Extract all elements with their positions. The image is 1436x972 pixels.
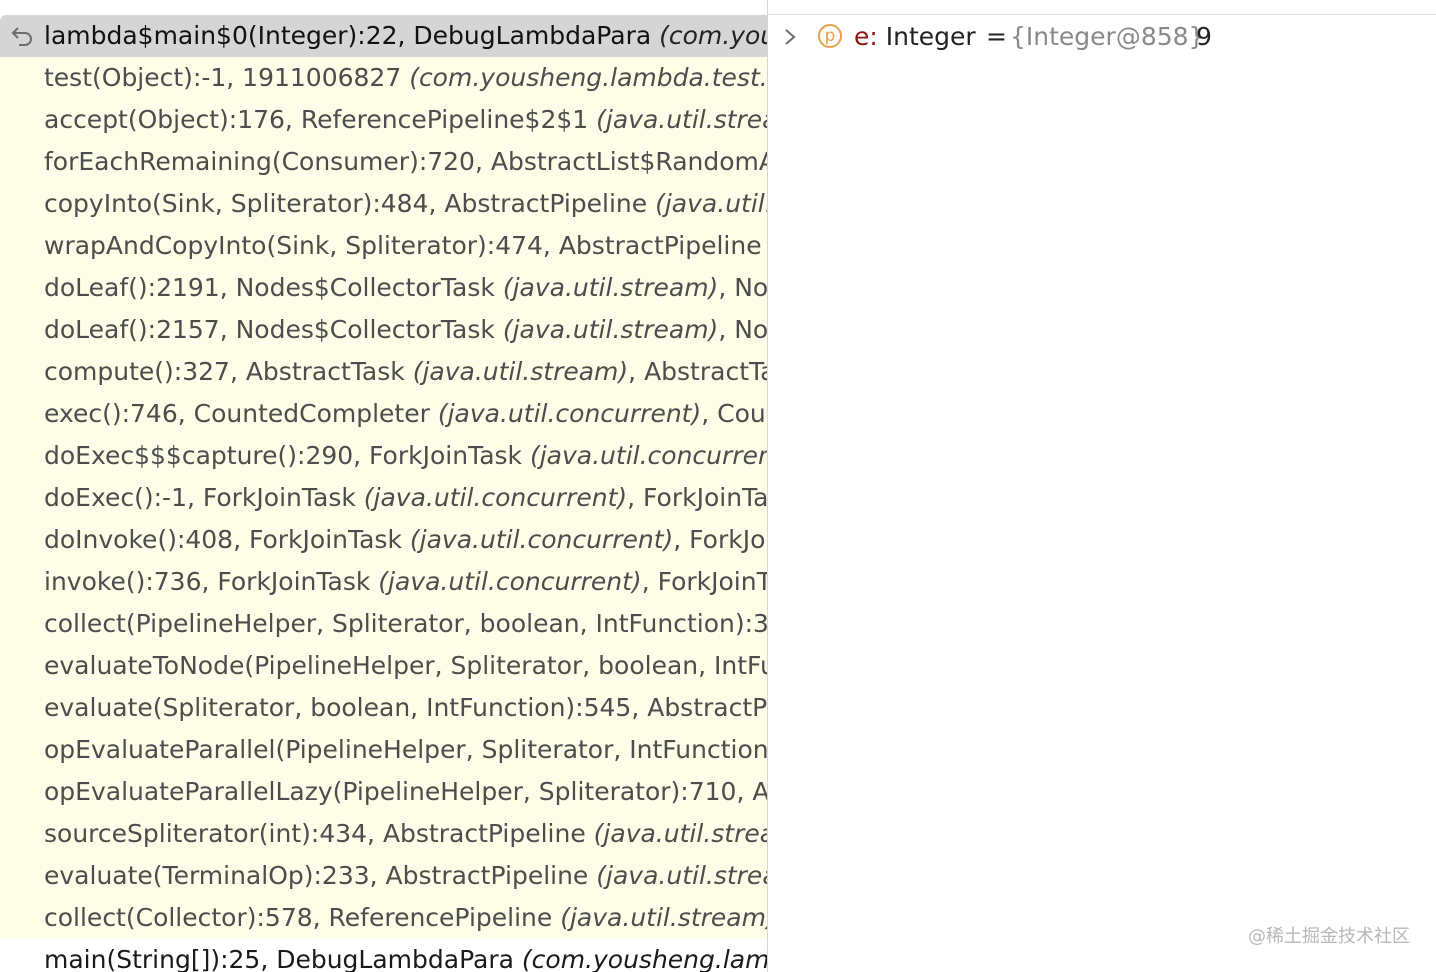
- frames-top-strip: [0, 0, 767, 14]
- frame-package: (java.util.strean: [596, 105, 767, 134]
- frame-method: doLeaf():2191, Nodes$CollectorTask: [44, 273, 503, 302]
- frame-row[interactable]: exec():746, CountedCompleter (java.util.…: [0, 393, 767, 435]
- variable-value: 9: [1196, 22, 1212, 51]
- frame-row[interactable]: sourceSpliterator(int):434, AbstractPipe…: [0, 813, 767, 855]
- frame-package: (java.util.concurrent): [363, 483, 628, 512]
- frame-package: (java.util.stream): [412, 357, 629, 386]
- frame-method: collect(PipelineHelper, Spliterator, boo…: [44, 609, 767, 638]
- frame-rest: , Noc: [718, 315, 767, 344]
- variable-equals: =: [986, 22, 1007, 51]
- frame-package: (java.util.stream): [502, 315, 719, 344]
- frame-method: accept(Object):176, ReferencePipeline$2$…: [44, 105, 597, 134]
- frame-rest: , ForkJoinTa: [627, 483, 767, 512]
- frame-row[interactable]: doLeaf():2157, Nodes$CollectorTask (java…: [0, 309, 767, 351]
- frame-method: evaluate(TerminalOp):233, AbstractPipeli…: [44, 861, 597, 890]
- frame-method: forEachRemaining(Consumer):720, Abstract…: [44, 147, 767, 176]
- variable-row[interactable]: p e: Integer = {Integer@858} 9: [768, 16, 1436, 58]
- frame-row[interactable]: invoke():736, ForkJoinTask (java.util.co…: [0, 561, 767, 603]
- frame-row[interactable]: accept(Object):176, ReferencePipeline$2$…: [0, 99, 767, 141]
- frame-method: doInvoke():408, ForkJoinTask: [44, 525, 410, 554]
- frame-method: evaluateToNode(PipelineHelper, Spliterat…: [44, 651, 767, 680]
- frame-row[interactable]: compute():327, AbstractTask (java.util.s…: [0, 351, 767, 393]
- frame-row[interactable]: doLeaf():2191, Nodes$CollectorTask (java…: [0, 267, 767, 309]
- frame-package: (java.util.strean: [593, 819, 767, 848]
- frame-row[interactable]: evaluateToNode(PipelineHelper, Spliterat…: [0, 645, 767, 687]
- frame-method: main(String[]):25, DebugLambdaPara: [44, 945, 522, 972]
- frame-method: evaluate(Spliterator, boolean, IntFuncti…: [44, 693, 767, 722]
- frame-row[interactable]: evaluate(Spliterator, boolean, IntFuncti…: [0, 687, 767, 729]
- frame-package: (java.util.concurrent): [409, 525, 674, 554]
- frame-method: wrapAndCopyInto(Sink, Spliterator):474, …: [44, 231, 767, 260]
- parameter-icon: p: [818, 24, 842, 48]
- watermark: @稀土掘金技术社区: [1248, 926, 1410, 947]
- variable-type: Integer: [877, 22, 976, 51]
- frame-package: (java.util.concurren: [529, 441, 767, 470]
- frame-method: compute():327, AbstractTask: [44, 357, 413, 386]
- frame-rest: , ForkJo: [673, 525, 766, 554]
- frame-row[interactable]: collect(PipelineHelper, Spliterator, boo…: [0, 603, 767, 645]
- frame-row[interactable]: opEvaluateParallel(PipelineHelper, Split…: [0, 729, 767, 771]
- frame-package: (java.util.concurrent): [437, 399, 702, 428]
- variable-reference: {Integer@858}: [1010, 22, 1205, 51]
- frame-package: (java.util.concurrent): [378, 567, 642, 596]
- frame-row[interactable]: doExec():-1, ForkJoinTask (java.util.con…: [0, 477, 767, 519]
- frame-rest: , AbstractTa: [628, 357, 767, 386]
- frame-method: doExec():-1, ForkJoinTask: [44, 483, 364, 512]
- variable-name-label: e:: [854, 22, 878, 51]
- debugger-window: lambda$main$0(Integer):22, DebugLambdaPa…: [0, 0, 1436, 972]
- frame-row[interactable]: test(Object):-1, 1911006827 (com.youshen…: [0, 57, 767, 99]
- frame-method: sourceSpliterator(int):434, AbstractPipe…: [44, 819, 594, 848]
- frame-package: (java.util.s: [655, 189, 767, 218]
- frame-method: collect(Collector):578, ReferencePipelin…: [44, 903, 561, 932]
- frame-method: test(Object):-1, 1911006827: [44, 63, 410, 92]
- frame-row-selected[interactable]: lambda$main$0(Integer):22, DebugLambdaPa…: [0, 15, 767, 57]
- frame-method: copyInto(Sink, Spliterator):484, Abstrac…: [44, 189, 656, 218]
- frame-method: doLeaf():2157, Nodes$CollectorTask: [44, 315, 503, 344]
- frame-package: (com.yous: [659, 21, 767, 50]
- frame-package: (java.util.stream): [502, 273, 719, 302]
- frame-method: exec():746, CountedCompleter: [44, 399, 438, 428]
- frame-rest: , Coun: [701, 399, 767, 428]
- frame-method: invoke():736, ForkJoinTask: [44, 567, 379, 596]
- frame-method: lambda$main$0(Integer):22, DebugLambdaPa…: [44, 21, 660, 50]
- frame-rest: , ForkJoinT: [641, 567, 767, 596]
- variables-top-border: [768, 14, 1436, 15]
- frame-row[interactable]: doExec$$$capture():290, ForkJoinTask (ja…: [0, 435, 767, 477]
- frame-package: (com.yousheng.lamb: [521, 945, 767, 972]
- variable-name: e: Integer: [854, 16, 976, 58]
- chevron-right-icon[interactable]: [782, 28, 798, 46]
- frame-package: (com.yousheng.lambda.test.De: [409, 63, 767, 92]
- frame-package: (java.util.stream): [560, 903, 767, 932]
- frame-method: opEvaluateParallel(PipelineHelper, Split…: [44, 735, 767, 764]
- frame-row[interactable]: forEachRemaining(Consumer):720, Abstract…: [0, 141, 767, 183]
- frames-panel: lambda$main$0(Integer):22, DebugLambdaPa…: [0, 0, 767, 972]
- return-arrow-icon: [11, 27, 32, 46]
- frame-rest: , Noc: [718, 273, 767, 302]
- frame-row[interactable]: doInvoke():408, ForkJoinTask (java.util.…: [0, 519, 767, 561]
- frame-row[interactable]: copyInto(Sink, Spliterator):484, Abstrac…: [0, 183, 767, 225]
- frame-package: (java.util.strea: [596, 861, 767, 890]
- frame-row[interactable]: collect(Collector):578, ReferencePipelin…: [0, 897, 767, 939]
- frame-row[interactable]: main(String[]):25, DebugLambdaPara (com.…: [0, 939, 767, 972]
- frame-row[interactable]: wrapAndCopyInto(Sink, Spliterator):474, …: [0, 225, 767, 267]
- frame-method: opEvaluateParallelLazy(PipelineHelper, S…: [44, 777, 767, 806]
- frame-row[interactable]: evaluate(TerminalOp):233, AbstractPipeli…: [0, 855, 767, 897]
- frame-method: doExec$$$capture():290, ForkJoinTask: [44, 441, 530, 470]
- frame-row[interactable]: opEvaluateParallelLazy(PipelineHelper, S…: [0, 771, 767, 813]
- variables-panel: p e: Integer = {Integer@858} 9 @稀土掘金技术社区: [768, 0, 1436, 972]
